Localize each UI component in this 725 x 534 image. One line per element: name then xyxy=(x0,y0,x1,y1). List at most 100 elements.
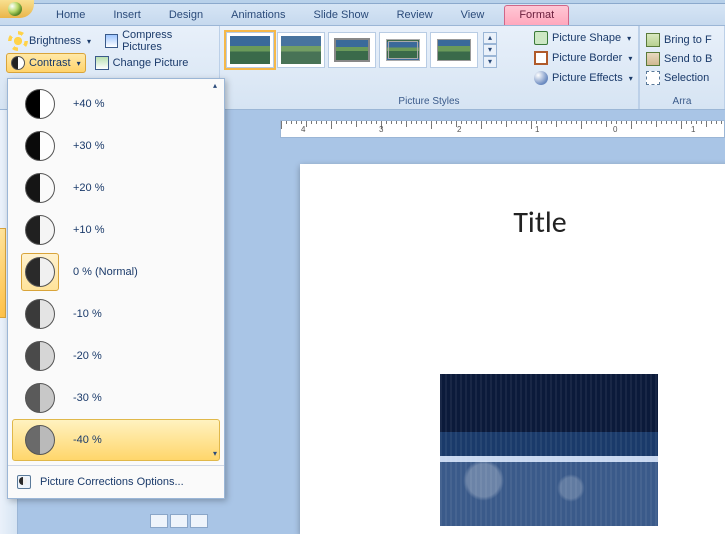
contrast-option-c10[interactable]: +10 % xyxy=(12,209,220,251)
contrast-option-label: +40 % xyxy=(73,98,105,110)
dropdown-scroll-up[interactable]: ▴ xyxy=(208,81,222,93)
contrast-option-label: -10 % xyxy=(73,308,102,320)
horizontal-ruler: 432101 xyxy=(280,120,725,138)
contrast-swatch-icon xyxy=(25,299,55,329)
dropdown-separator xyxy=(8,465,224,466)
contrast-option-c0[interactable]: 0 % (Normal) xyxy=(12,251,220,293)
selection-pane-label: Selection xyxy=(664,72,709,84)
selection-pane-icon xyxy=(646,71,660,85)
contrast-swatch-icon xyxy=(25,257,55,287)
compress-icon xyxy=(105,34,118,48)
contrast-option-label: -20 % xyxy=(73,350,102,362)
contrast-option-c30[interactable]: +30 % xyxy=(12,125,220,167)
picture-shape-icon xyxy=(534,31,548,45)
slides-panel-selection[interactable] xyxy=(0,228,6,318)
slide-picture[interactable] xyxy=(440,374,658,526)
contrast-option-c40[interactable]: +40 % xyxy=(12,83,220,125)
brightness-button[interactable]: Brightness xyxy=(6,31,96,51)
contrast-swatch-icon xyxy=(25,89,55,119)
tab-view[interactable]: View xyxy=(447,6,499,25)
contrast-option-label: -40 % xyxy=(73,434,102,446)
contrast-option-label: +10 % xyxy=(73,224,105,236)
tab-insert[interactable]: Insert xyxy=(99,6,155,25)
view-sorter[interactable] xyxy=(170,514,188,528)
brightness-label: Brightness xyxy=(29,35,81,47)
brightness-icon xyxy=(11,34,25,48)
tab-design[interactable]: Design xyxy=(155,6,217,25)
office-logo-icon xyxy=(8,2,22,16)
ruler-label: 1 xyxy=(535,125,539,134)
group-arrange-label: Arra xyxy=(646,95,718,107)
ruler-label: 2 xyxy=(457,125,461,134)
tab-home[interactable]: Home xyxy=(42,6,99,25)
compress-label: Compress Pictures xyxy=(122,29,208,53)
picture-styles-side: Picture Shape Picture Border Picture Eff… xyxy=(532,28,642,88)
bring-to-front-button[interactable]: Bring to F xyxy=(646,31,718,49)
contrast-option-label: +30 % xyxy=(73,140,105,152)
contrast-option-cm20[interactable]: -20 % xyxy=(12,335,220,377)
picture-effects-icon xyxy=(534,71,548,85)
tab-review[interactable]: Review xyxy=(383,6,447,25)
contrast-swatch-icon xyxy=(25,173,55,203)
picture-border-icon xyxy=(534,51,548,65)
picture-effects-label: Picture Effects xyxy=(552,72,623,84)
contrast-option-label: +20 % xyxy=(73,182,105,194)
group-picture-styles-label: Picture Styles xyxy=(226,95,632,107)
selection-pane-button[interactable]: Selection xyxy=(646,69,718,87)
send-to-back-button[interactable]: Send to B xyxy=(646,50,718,68)
bring-to-front-icon xyxy=(646,33,660,47)
ruler-label: 3 xyxy=(379,125,383,134)
picture-border-button[interactable]: Picture Border xyxy=(532,48,642,68)
group-arrange: Bring to F Send to B Selection Arra xyxy=(639,26,725,109)
style-thumb-2[interactable] xyxy=(277,32,325,68)
contrast-option-cm10[interactable]: -10 % xyxy=(12,293,220,335)
change-picture-icon xyxy=(95,56,109,70)
picture-corrections-options[interactable]: Picture Corrections Options... xyxy=(8,468,224,498)
ruler-label: 0 xyxy=(613,125,617,134)
view-show[interactable] xyxy=(190,514,208,528)
contrast-option-label: 0 % (Normal) xyxy=(73,266,138,278)
tab-animations[interactable]: Animations xyxy=(217,6,299,25)
contrast-swatch-icon xyxy=(25,383,55,413)
contrast-option-cm40[interactable]: -40 % xyxy=(12,419,220,461)
view-normal[interactable] xyxy=(150,514,168,528)
change-picture-button[interactable]: Change Picture xyxy=(90,53,194,73)
gallery-scroll-up[interactable]: ▴ xyxy=(483,32,497,44)
contrast-swatch-icon xyxy=(25,341,55,371)
style-thumb-1[interactable] xyxy=(226,32,274,68)
view-buttons xyxy=(150,514,230,530)
bring-to-front-label: Bring to F xyxy=(664,34,712,46)
compress-pictures-button[interactable]: Compress Pictures xyxy=(100,26,213,56)
tab-slideshow[interactable]: Slide Show xyxy=(300,6,383,25)
picture-shape-button[interactable]: Picture Shape xyxy=(532,28,642,48)
contrast-option-label: -30 % xyxy=(73,392,102,404)
contrast-swatch-icon xyxy=(25,425,55,455)
picture-shape-label: Picture Shape xyxy=(552,32,621,44)
contrast-swatch-icon xyxy=(25,131,55,161)
contrast-option-cm30[interactable]: -30 % xyxy=(12,377,220,419)
style-thumb-4[interactable] xyxy=(379,32,427,68)
send-to-back-label: Send to B xyxy=(664,53,712,65)
corrections-options-label: Picture Corrections Options... xyxy=(40,476,184,488)
gallery-scroll-down[interactable]: ▾ xyxy=(483,44,497,56)
gallery-more[interactable]: ▾ xyxy=(483,56,497,68)
slide-canvas: Title xyxy=(300,164,725,534)
style-thumb-5[interactable] xyxy=(430,32,478,68)
contrast-option-c20[interactable]: +20 % xyxy=(12,167,220,209)
contrast-icon xyxy=(11,56,25,70)
tab-format[interactable]: Format xyxy=(504,5,569,25)
send-to-back-icon xyxy=(646,52,660,66)
contrast-dropdown: ▴ +40 % +30 % +20 % +10 % 0 % (Normal) -10 % -… xyxy=(7,78,225,499)
corrections-options-icon xyxy=(16,474,32,490)
picture-border-label: Picture Border xyxy=(552,52,622,64)
contrast-swatch-icon xyxy=(25,215,55,245)
ribbon-tabs: Home Insert Design Animations Slide Show… xyxy=(0,4,725,26)
contrast-label: Contrast xyxy=(29,57,71,69)
dropdown-scroll-down[interactable]: ▾ xyxy=(208,449,222,461)
style-thumb-3[interactable] xyxy=(328,32,376,68)
slide-title-placeholder[interactable]: Title xyxy=(300,204,725,241)
ruler-label: 1 xyxy=(691,125,695,134)
change-picture-label: Change Picture xyxy=(113,57,189,69)
picture-effects-button[interactable]: Picture Effects xyxy=(532,68,642,88)
contrast-button[interactable]: Contrast xyxy=(6,53,86,73)
